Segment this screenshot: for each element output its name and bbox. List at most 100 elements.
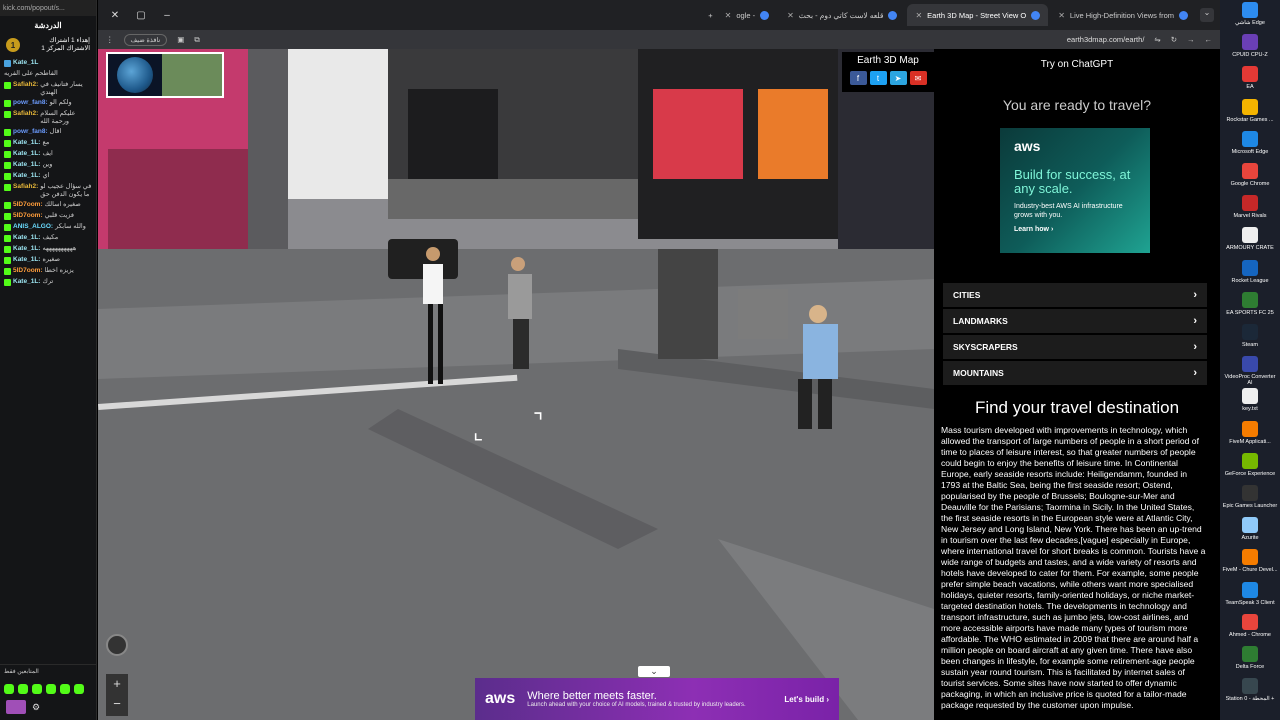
extensions-icon[interactable]: ⧉ (194, 35, 199, 45)
pinned-user[interactable]: Kate_1L (13, 59, 38, 67)
shortcut-label: Google Chrome (1230, 181, 1270, 187)
desktop-shortcut[interactable]: Ahmed - Chrome (1222, 613, 1278, 638)
browser-tab[interactable]: ✕ ogle - (717, 4, 777, 26)
avatar[interactable] (6, 700, 26, 714)
new-tab-icon[interactable]: + (708, 11, 712, 20)
back-icon[interactable]: ← (1205, 35, 1213, 44)
chat-username[interactable]: Safiah2: (13, 81, 38, 89)
desktop-icons: شاشي Edge CPUID CPU-Z EA Rockstar Games ...… (1220, 0, 1280, 720)
browser-tab[interactable]: ✕ Earth 3D Map - Street View O (907, 4, 1049, 26)
chat-username[interactable]: powr_fan8: (13, 99, 48, 107)
globe-icon[interactable] (108, 54, 162, 96)
chat-username[interactable]: powr_fan8: (13, 128, 48, 136)
desktop-shortcut[interactable]: Rocket League (1222, 259, 1278, 284)
close-window-icon[interactable]: ✕ (104, 10, 126, 21)
badge-icon (4, 279, 11, 286)
close-tab-icon[interactable]: ✕ (915, 11, 922, 20)
sidebar-icon[interactable]: ▣ (177, 35, 184, 44)
chat-username[interactable]: Safiah2: (13, 110, 38, 118)
category-landmarks[interactable]: LANDMARKS › (943, 309, 1207, 333)
desktop-shortcut[interactable]: Rockstar Games ... (1222, 98, 1278, 123)
category-skyscrapers[interactable]: SKYSCRAPERS › (943, 335, 1207, 359)
chat-username[interactable]: 5lD7oom: (13, 212, 43, 220)
desktop-shortcut[interactable]: Google Chrome (1222, 163, 1278, 187)
desktop-shortcut[interactable]: TeamSpeak 3 Client (1222, 581, 1278, 606)
bottom-ad-banner[interactable]: aws Where better meets faster. Launch ah… (475, 678, 839, 720)
desktop-shortcut[interactable]: Delta Force (1222, 646, 1278, 670)
restore-window-icon[interactable]: ▢ (130, 10, 152, 21)
nav-arrow-right-icon[interactable]: ⌝ (533, 409, 543, 435)
chat-username[interactable]: Safiah2: (13, 183, 38, 191)
category-cities[interactable]: CITIES › (943, 283, 1207, 307)
chat-username[interactable]: Kate_1L: (13, 256, 40, 264)
collapse-ad-button[interactable]: ⌄ (638, 666, 670, 677)
ad-cta[interactable]: Learn how › (1014, 226, 1136, 233)
desktop-shortcut[interactable]: GeForce Experience (1222, 452, 1278, 477)
chevron-right-icon: › (1193, 341, 1197, 353)
minimize-window-icon[interactable]: – (156, 10, 178, 21)
desktop-shortcut[interactable]: EA (1222, 66, 1278, 90)
desktop-shortcut[interactable]: FiveM - Chure Devel... (1222, 549, 1278, 573)
emote-bar[interactable] (0, 678, 96, 700)
settings-icon[interactable]: ⚙ (32, 702, 40, 713)
desktop-shortcut[interactable]: Marvel Rivals (1222, 195, 1278, 219)
zoom-control[interactable]: + − (106, 674, 128, 716)
desktop-shortcut[interactable]: شاشي Edge (1222, 2, 1278, 26)
twitter-icon[interactable]: t (869, 71, 887, 85)
chat-username[interactable]: 5lD7oom: (13, 267, 43, 275)
desktop-shortcut[interactable]: Azurite (1222, 517, 1278, 541)
pinned-gift[interactable]: 1 إهداء 1 اشتراك الاشتراك المركز 1 (0, 35, 96, 55)
browser-tab[interactable]: ✕ قلعه لاست كاتي دوم - بحث (779, 4, 905, 26)
desktop-shortcut[interactable]: key.txt (1222, 388, 1278, 412)
side-ad[interactable]: aws Build for success, at any scale. Ind… (1000, 128, 1150, 253)
zoom-out-button[interactable]: − (106, 694, 128, 714)
chat-username[interactable]: Kate_1L: (13, 234, 40, 242)
tab-search-icon[interactable]: ⌄ (1200, 8, 1214, 22)
map-thumbnail[interactable] (162, 54, 222, 96)
chat-username[interactable]: Kate_1L: (13, 150, 40, 158)
category-mountains[interactable]: MOUNTAINS › (943, 361, 1207, 385)
tune-icon[interactable]: ⇋ (1154, 35, 1160, 44)
email-icon[interactable]: ✉ (909, 71, 927, 85)
browser-tab[interactable]: ✕ Live High-Definition Views from (1050, 4, 1196, 26)
facebook-icon[interactable]: f (849, 71, 867, 85)
nav-arrow-left-icon[interactable]: ⌞ (473, 419, 483, 445)
desktop-shortcut[interactable]: Epic Games Launcher (1222, 485, 1278, 509)
desktop-shortcut[interactable]: CPUID CPU-Z (1222, 34, 1278, 58)
chat-username[interactable]: Kate_1L: (13, 161, 40, 169)
chat-text: والله سابكر (55, 223, 86, 230)
close-tab-icon[interactable]: ✕ (725, 11, 732, 20)
chat-username[interactable]: Kate_1L: (13, 278, 40, 286)
desktop-shortcut[interactable]: VideoProc Converter AI (1222, 356, 1278, 386)
desktop-shortcut[interactable]: EA SPORTS FC 25 (1222, 291, 1278, 316)
pinned-message: Kate_1L (4, 59, 92, 68)
ad-cta[interactable]: Let's build › (784, 695, 829, 704)
reload-icon[interactable]: ↻ (1171, 35, 1177, 44)
minimap[interactable] (106, 52, 224, 98)
app-icon (1242, 66, 1258, 83)
compass-icon[interactable] (106, 634, 128, 656)
desktop-shortcut[interactable]: Station 0 - المحطة + (1222, 678, 1278, 702)
menu-icon[interactable]: ⋮ (106, 35, 114, 44)
guest-pill[interactable]: نافذة ضيف (123, 33, 168, 46)
zoom-in-button[interactable]: + (106, 674, 128, 694)
app-icon (1242, 678, 1258, 695)
chat-username[interactable]: Kate_1L: (13, 172, 40, 180)
chat-username[interactable]: ANIS_ALGO: (13, 223, 53, 231)
forward-icon[interactable]: → (1187, 35, 1195, 44)
shortcut-label: Rockstar Games ... (1226, 116, 1274, 123)
telegram-icon[interactable]: ➤ (889, 71, 907, 85)
chat-username[interactable]: 5lD7oom: (13, 201, 43, 209)
close-tab-icon[interactable]: ✕ (1058, 11, 1065, 20)
street-view-panorama[interactable]: ⌞ ⌝ + − ⌄ aws Where better meets faster.… (98, 49, 934, 720)
desktop-shortcut[interactable]: FiveM Applicati... (1222, 420, 1278, 445)
badge-icon (4, 202, 11, 209)
desktop-shortcut[interactable]: ARMOURY CRATE (1222, 227, 1278, 251)
try-chatgpt-link[interactable]: Try on ChatGPT (934, 49, 1220, 79)
close-tab-icon[interactable]: ✕ (787, 11, 794, 20)
desktop-shortcut[interactable]: Steam (1222, 324, 1278, 348)
url-field[interactable]: earth3dmap.com/earth/ (1067, 35, 1145, 44)
chat-username[interactable]: Kate_1L: (13, 139, 40, 147)
chat-username[interactable]: Kate_1L: (13, 245, 40, 253)
desktop-shortcut[interactable]: Microsoft Edge (1222, 130, 1278, 155)
